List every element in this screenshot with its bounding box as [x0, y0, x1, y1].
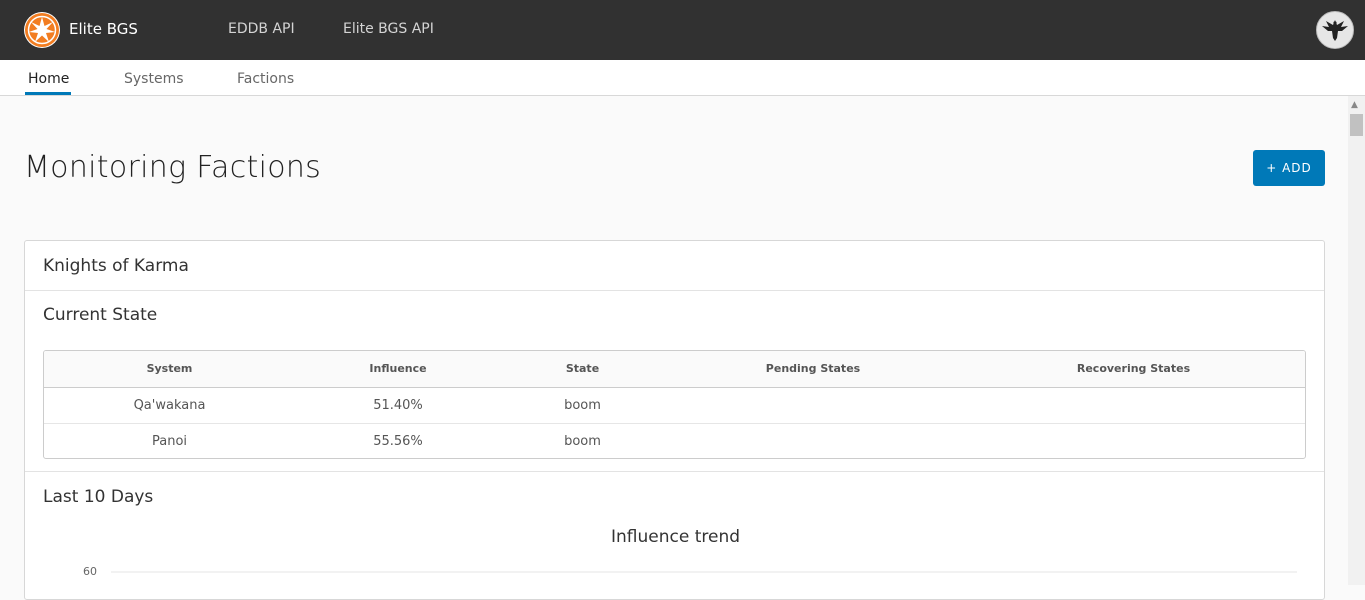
nav-eddb-api[interactable]: EDDB API: [228, 21, 295, 37]
active-tab-indicator: [25, 92, 71, 95]
sub-navigation: Home Systems Factions: [0, 60, 1365, 96]
table-row: Qa'wakana 51.40% boom: [44, 387, 1305, 424]
eagle-icon[interactable]: [1316, 11, 1354, 49]
column-header-influence[interactable]: Influence: [295, 362, 501, 375]
column-header-recovering-states[interactable]: Recovering States: [962, 362, 1305, 375]
card-header: Knights of Karma: [25, 241, 1324, 291]
section-divider: [25, 471, 1324, 472]
tab-home[interactable]: Home: [28, 71, 69, 87]
faction-card: Knights of Karma Current State System In…: [24, 240, 1325, 600]
nav-elite-bgs-api[interactable]: Elite BGS API: [343, 21, 434, 37]
cell-state: boom: [564, 434, 601, 449]
add-faction-button[interactable]: + ADD: [1253, 150, 1325, 186]
column-header-system[interactable]: System: [44, 362, 295, 375]
systems-table: System Influence State Pending States Re…: [43, 350, 1306, 459]
y-tick-label: 60: [83, 565, 97, 578]
scroll-up-arrow-icon[interactable]: ▲: [1351, 100, 1358, 110]
cell-state: boom: [564, 398, 601, 413]
cell-influence: 55.56%: [373, 434, 423, 449]
tab-systems[interactable]: Systems: [124, 71, 184, 87]
cell-influence: 51.40%: [373, 398, 423, 413]
current-state-title: Current State: [43, 305, 158, 325]
cell-system: Panoi: [151, 434, 188, 449]
page-title: Monitoring Factions: [24, 150, 322, 185]
cell-system: Qa'wakana: [133, 398, 206, 413]
vertical-scrollbar[interactable]: ▲: [1348, 96, 1365, 585]
star-icon[interactable]: [24, 12, 60, 48]
table-row: Panoi 55.56% boom: [44, 423, 1305, 458]
brand-title[interactable]: Elite BGS: [69, 20, 138, 38]
scroll-thumb[interactable]: [1350, 114, 1363, 136]
column-header-pending-states[interactable]: Pending States: [664, 362, 962, 375]
table-header: System Influence State Pending States Re…: [44, 351, 1305, 388]
faction-name: Knights of Karma: [43, 256, 189, 276]
last-10-days-title: Last 10 Days: [43, 487, 154, 507]
chart-title: Influence trend: [610, 527, 741, 547]
tab-factions[interactable]: Factions: [237, 71, 294, 87]
column-header-state[interactable]: State: [501, 362, 664, 375]
top-header: Elite BGS EDDB API Elite BGS API: [0, 0, 1365, 60]
influence-trend-chart: 60: [83, 565, 1297, 578]
